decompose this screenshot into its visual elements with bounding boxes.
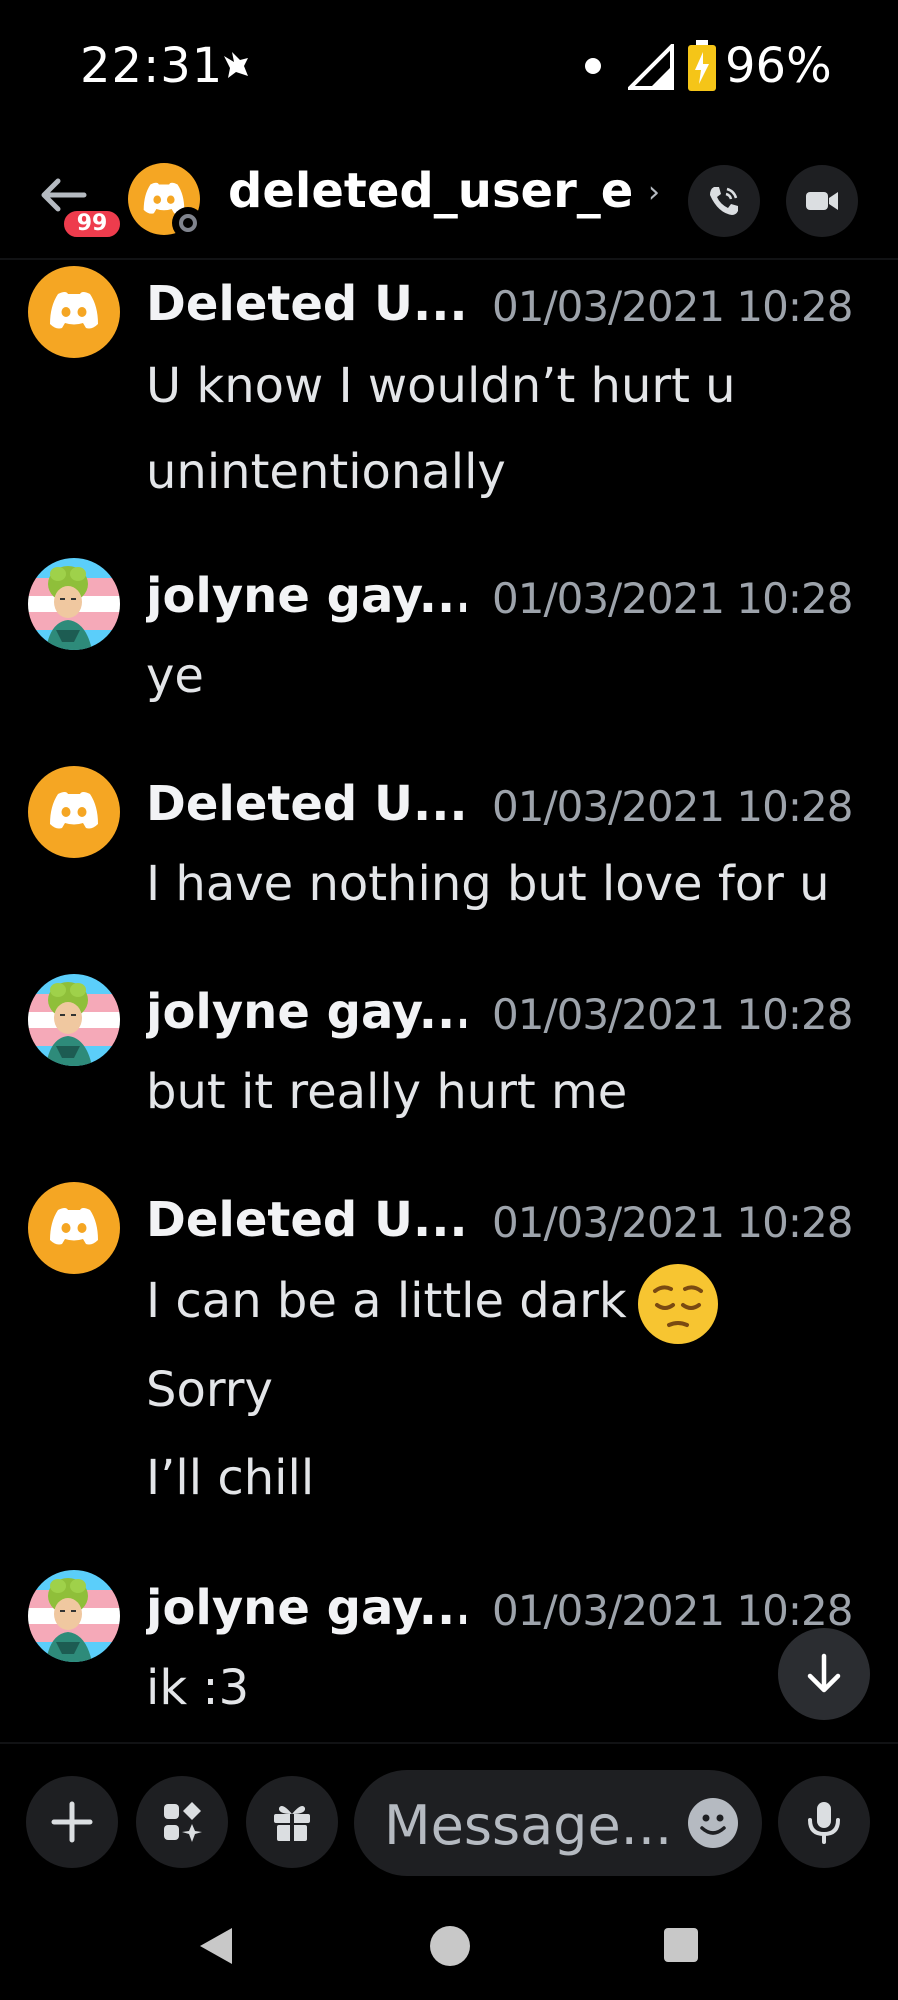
message-group[interactable]: Deleted U... 01/03/2021 10:28 I can be a… bbox=[0, 1178, 898, 1518]
jolyne-avatar-icon bbox=[28, 558, 120, 650]
arrow-down-icon bbox=[807, 1653, 841, 1693]
jolyne-avatar-icon bbox=[28, 974, 120, 1066]
message-timestamp: 01/03/2021 10:28 bbox=[492, 1198, 853, 1247]
notification-dot bbox=[585, 58, 601, 74]
video-camera-icon bbox=[806, 192, 838, 210]
message-group[interactable]: jolyne gay... 01/03/2021 10:28 ye bbox=[0, 554, 898, 714]
message-group[interactable]: Deleted U... 01/03/2021 10:28 U know I w… bbox=[0, 262, 898, 542]
message-author[interactable]: Deleted U... bbox=[146, 1192, 466, 1248]
user-avatar[interactable] bbox=[28, 766, 120, 858]
pensive-face-emoji-icon bbox=[637, 1264, 718, 1344]
message-timestamp: 01/03/2021 10:28 bbox=[492, 282, 853, 331]
chevron-right-icon[interactable]: › bbox=[648, 175, 660, 210]
system-nav-bar bbox=[0, 1892, 898, 2000]
message-author[interactable]: jolyne gay... bbox=[146, 1580, 466, 1636]
dm-header: 99 deleted_user_e.. › bbox=[0, 135, 898, 260]
message-author[interactable]: Deleted U... bbox=[146, 776, 466, 832]
jolyne-avatar-icon bbox=[28, 1570, 120, 1662]
gift-icon bbox=[274, 1806, 310, 1841]
discord-logo-icon bbox=[50, 292, 98, 329]
message-author[interactable]: Deleted U... bbox=[146, 276, 466, 332]
discord-logo-icon bbox=[50, 792, 98, 829]
message-text[interactable]: Sorry bbox=[146, 1362, 273, 1418]
discord-logo-icon bbox=[50, 1208, 98, 1245]
message-text[interactable]: ye bbox=[146, 648, 204, 704]
microphone-icon bbox=[808, 1802, 840, 1844]
nav-back-icon[interactable] bbox=[196, 1924, 236, 1968]
battery-charging-icon bbox=[688, 40, 716, 91]
voice-call-button[interactable] bbox=[688, 165, 760, 237]
message-timestamp: 01/03/2021 10:28 bbox=[492, 574, 853, 623]
apps-icon bbox=[164, 1802, 202, 1842]
status-time: 22:31 bbox=[80, 38, 224, 94]
user-avatar[interactable] bbox=[28, 558, 120, 650]
nav-recents-icon[interactable] bbox=[664, 1928, 698, 1962]
user-avatar[interactable] bbox=[28, 1182, 120, 1274]
message-text[interactable]: ik :3 bbox=[146, 1660, 249, 1716]
message-text[interactable]: I can be a little dark bbox=[146, 1273, 627, 1329]
message-composer: Message... bbox=[0, 1742, 898, 1892]
message-author[interactable]: jolyne gay... bbox=[146, 568, 466, 624]
message-text[interactable]: I’ll chill bbox=[146, 1450, 314, 1506]
emoji-icon bbox=[700, 1814, 726, 1835]
message-line[interactable]: I can be a little dark bbox=[146, 1256, 721, 1346]
message-timestamp: 01/03/2021 10:28 bbox=[492, 990, 853, 1039]
message-author[interactable]: jolyne gay... bbox=[146, 984, 466, 1040]
unread-badge: 99 bbox=[60, 207, 124, 241]
add-attachment-button[interactable] bbox=[26, 1776, 118, 1868]
plus-icon bbox=[51, 1801, 93, 1843]
message-text[interactable]: unintentionally bbox=[146, 444, 506, 500]
message-list[interactable]: Deleted U... 01/03/2021 10:28 U know I w… bbox=[0, 262, 898, 1742]
message-text[interactable]: I have nothing but love for u bbox=[146, 856, 830, 912]
message-group[interactable]: Deleted U... 01/03/2021 10:28 I have not… bbox=[0, 762, 898, 922]
video-call-button[interactable] bbox=[786, 165, 858, 237]
apps-button[interactable] bbox=[136, 1776, 228, 1868]
user-avatar[interactable] bbox=[28, 266, 120, 358]
status-bar: 22:31 96% bbox=[0, 0, 898, 135]
battery-percent: 96% bbox=[725, 38, 832, 94]
message-input-placeholder: Message... bbox=[384, 1794, 673, 1857]
message-group[interactable]: jolyne gay... 01/03/2021 10:28 ik :3 bbox=[0, 1566, 898, 1736]
phone-call-icon bbox=[710, 187, 738, 215]
message-timestamp: 01/03/2021 10:28 bbox=[492, 1586, 853, 1635]
user-avatar[interactable] bbox=[28, 974, 120, 1066]
user-avatar[interactable] bbox=[28, 1570, 120, 1662]
gift-button[interactable] bbox=[246, 1776, 338, 1868]
emoji-button[interactable] bbox=[688, 1798, 738, 1848]
jump-to-bottom-button[interactable] bbox=[778, 1628, 870, 1720]
notification-bird-icon bbox=[224, 52, 248, 78]
nav-home-icon[interactable] bbox=[430, 1926, 470, 1966]
message-group[interactable]: jolyne gay... 01/03/2021 10:28 but it re… bbox=[0, 970, 898, 1130]
offline-status-indicator bbox=[172, 207, 204, 239]
message-timestamp: 01/03/2021 10:28 bbox=[492, 782, 853, 831]
message-text[interactable]: but it really hurt me bbox=[146, 1064, 627, 1120]
signal-icon bbox=[628, 44, 674, 90]
voice-message-button[interactable] bbox=[778, 1776, 870, 1868]
message-text[interactable]: U know I wouldn’t hurt u bbox=[146, 358, 736, 414]
message-input[interactable]: Message... bbox=[354, 1770, 762, 1876]
dm-title[interactable]: deleted_user_e.. bbox=[228, 163, 638, 219]
